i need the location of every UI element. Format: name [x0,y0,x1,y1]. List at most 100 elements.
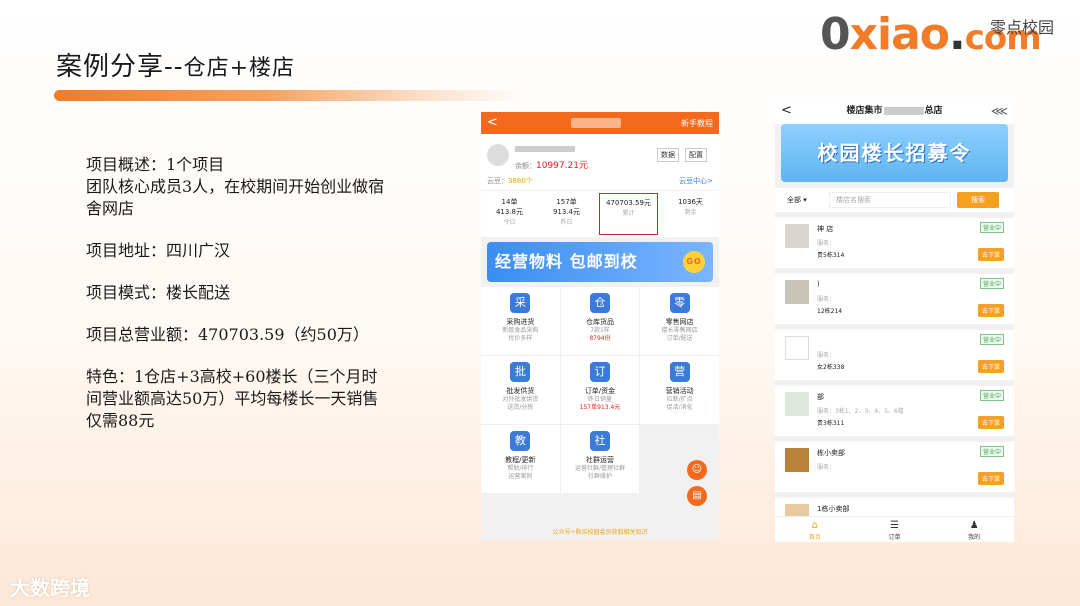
grid-label: 订单/资金 [584,387,616,395]
banner-text: 经营物料 包邮到校 [495,252,638,271]
store-service: 服务： [817,352,836,359]
grid-item-tutorial[interactable]: 教教程/更新 帮助/排行 运营案例 [481,425,560,493]
page-title-suffix: 总店 [924,106,943,116]
tab-home[interactable]: ⌂ 首页 [775,517,855,542]
grid-desc: 运营案例 [508,473,533,480]
recruit-banner[interactable]: 校园楼长招募令 [781,124,1008,182]
store-thumbnail [785,448,809,472]
back-icon[interactable]: < [781,98,792,124]
avatar [487,144,509,166]
stat-label: 剩余 [684,209,697,216]
grid-item-warehouse[interactable]: 仓仓库货品 7款1样 8794份 [560,287,640,355]
overview-text: 项目概述：1个项目 [86,155,225,174]
slide-title: 案例分享--仓店+楼店 [56,46,295,83]
store-address: 贵3栋311 [817,420,845,427]
grid-desc: 促活/消化 [666,404,693,411]
coins-value: 3880个 [508,177,533,185]
data-button[interactable]: 数据 [657,148,679,162]
book-icon: 教 [510,431,531,451]
store-icon: 零 [669,293,690,313]
stat-remaining[interactable]: 1036天 剩余 [662,191,719,237]
order-button[interactable]: 去下单 [977,416,1004,429]
share-icon[interactable]: ⋘ [991,98,1008,124]
store-name: 神 店 [817,225,834,233]
grid-label: 教程/更新 [505,456,536,464]
grid-empty [640,425,719,493]
store-service: 服务： [817,240,836,247]
grid-desc: 运营社群/管理社群 [574,465,625,472]
search-button[interactable]: 搜索 [957,192,999,208]
store-thumbnail [785,336,809,360]
tab-orders[interactable]: ☰ 订单 [855,517,935,542]
cloud-label: 云豆： [487,177,508,185]
bottom-notice: 公众号+购买校园会员获取相关知识 [552,529,648,536]
notebook-icon[interactable]: ▤ [687,486,707,506]
grid-label: 仓库货品 [585,318,614,326]
logo-o: 0 [820,9,851,60]
grid-desc: 送货/分拣 [507,404,534,411]
warehouse-icon: 仓 [589,293,610,313]
grid-desc: 7款1样 [590,327,610,334]
grid-desc: 对外批发供货 [502,396,539,403]
go-button[interactable]: GO [683,251,705,273]
address-text: 项目地址：四川广汉 [86,241,231,260]
order-button[interactable]: 去下单 [977,248,1004,261]
store-card[interactable]: 服务： 女2栋338 营业中 去下单 [775,330,1014,380]
logo-xiao: xiao [849,9,950,60]
sales-stats: 14单 413.8元 今日 157单 913.4元 昨日 470703.59元 累计 10… [481,191,719,237]
home-icon: ⌂ [811,520,819,531]
materials-banner[interactable]: 经营物料 包邮到校 GO [487,242,713,282]
orders-icon: 订 [589,362,610,382]
grid-item-community[interactable]: 社社群运营 运营社群/管理社群 社群维护 [560,425,640,493]
store-card[interactable]: 栋小卖部 服务： 营业中 去下单 [775,442,1014,492]
filter-select[interactable]: 全部 ▾ [787,195,807,205]
stat-total-highlighted[interactable]: 470703.59元 累计 [599,193,658,235]
building-store-app-screenshot: < 楼店集市 总店 ⋘ 校园楼长招募令 全部 ▾ 楼店名搜索 搜索 神 店 服务：… [775,98,1014,542]
store-service: 服务：3栋1、2、3、4、5、6楼 [817,408,904,415]
grid-item-purchase[interactable]: 采采购进货 新款食品采购 优价多样 [481,287,560,355]
store-name: ) [817,280,820,288]
tab-profile[interactable]: ♟ 我的 [934,517,1014,542]
store-card[interactable]: 部 服务：3栋1、2、3、4、5、6楼 贵3栋311 营业中 去下单 [775,386,1014,436]
logo-chinese: 零点校园 [990,18,1055,37]
cloud-center-link[interactable]: 云豆中心> [679,176,713,186]
order-button[interactable]: 去下单 [977,304,1004,317]
config-button[interactable]: 配置 [685,148,707,162]
store-service: 服务： [817,296,836,303]
wholesale-icon: 批 [510,362,531,382]
grid-item-retail[interactable]: 零零售网店 楼长零售网店 订单/配送 [640,287,719,355]
order-button[interactable]: 去下单 [977,360,1004,373]
search-bar: 全部 ▾ 楼店名搜索 搜索 [775,188,1014,212]
store-name: 栋小卖部 [817,449,845,457]
team-text: 团队核心成员3人，在校期间开始创业做宿舍网店 [86,177,385,218]
customer-service-icon[interactable]: ☺ [687,460,707,480]
stat-top: 157单 [556,198,577,206]
stat-yesterday[interactable]: 157单 913.4元 昨日 [538,191,595,237]
store-thumbnail [785,392,809,416]
tutorial-link[interactable]: 新手教程 [681,118,713,129]
store-card[interactable]: ) 服务： 12栋214 营业中 去下单 [775,274,1014,324]
blurred-username [515,146,575,152]
grid-desc: 帮助/排行 [507,465,534,472]
send-icon: 营 [669,362,690,382]
mode-text: 项目模式：楼长配送 [86,283,231,302]
grid-item-marketing[interactable]: 营营销活动 拉新/扩点 促活/消化 [640,356,719,424]
balance-value: 10997.21元 [536,161,588,171]
grid-desc: 社群维护 [587,473,612,480]
tab-label: 订单 [888,534,901,541]
stat-today[interactable]: 14单 413.8元 今日 [481,191,538,237]
store-address: 12栋214 [817,308,843,315]
grid-item-orders[interactable]: 订订单/资金 昨日销量 157单913.4元 [560,356,640,424]
store-card[interactable]: 神 店 服务： 贵5栋314 营业中 去下单 [775,218,1014,268]
user-icon: ♟ [969,520,979,531]
status-badge: 营业中 [979,446,1004,457]
order-button[interactable]: 去下单 [977,472,1004,485]
grid-desc: 订单/配送 [666,335,693,342]
purchase-icon: 采 [510,293,531,313]
stat-top: 470703.59元 [606,199,651,207]
bottom-tabbar: ⌂ 首页 ☰ 订单 ♟ 我的 [775,516,1014,542]
tab-label: 首页 [808,534,821,541]
back-icon[interactable]: < [487,115,498,130]
grid-item-wholesale[interactable]: 批批发供货 对外批发供货 送货/分拣 [481,356,560,424]
search-input[interactable]: 楼店名搜索 [829,192,951,208]
